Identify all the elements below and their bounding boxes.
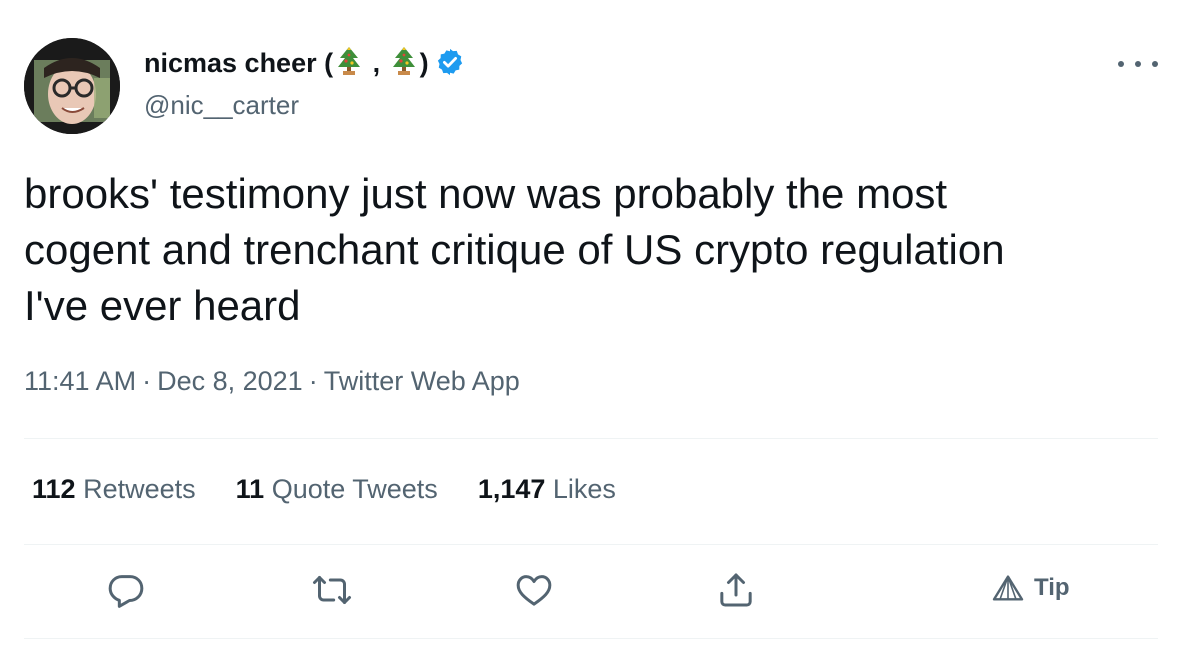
retweets-count: 112: [32, 474, 76, 504]
avatar[interactable]: [24, 38, 120, 134]
tweet-actions: Tip: [24, 566, 1158, 618]
quote-tweets-stat[interactable]: 11 Quote Tweets: [236, 474, 438, 505]
tweet-header: nicmas cheer ( , ) @nic__carter: [24, 38, 1158, 138]
like-icon: [514, 570, 554, 615]
display-name-mid: ,: [365, 47, 388, 78]
reply-button[interactable]: [104, 570, 148, 614]
quote-tweets-count: 11: [235, 474, 265, 504]
tree-emoji-icon: [390, 46, 418, 83]
display-name-end: ): [419, 47, 429, 78]
meta-separator: ·: [308, 366, 318, 396]
divider: [24, 438, 1158, 439]
retweet-icon: [312, 570, 352, 615]
quote-tweets-label: Quote Tweets: [271, 474, 438, 504]
tweet-detail: nicmas cheer ( , ) @nic__carter brooks' …: [0, 0, 1182, 656]
author-names: nicmas cheer ( , ) @nic__carter: [144, 46, 465, 121]
verified-badge-icon: [435, 47, 465, 82]
retweets-stat[interactable]: 112 Retweets: [32, 474, 196, 505]
divider: [24, 638, 1158, 639]
display-name[interactable]: nicmas cheer ( , ): [144, 46, 429, 83]
tweet-date[interactable]: Dec 8, 2021: [157, 366, 303, 396]
tree-emoji-icon: [335, 46, 363, 83]
tweet-metadata: 11:41 AM · Dec 8, 2021 · Twitter Web App: [24, 366, 520, 397]
display-name-row[interactable]: nicmas cheer ( , ): [144, 46, 465, 83]
tip-label: Tip: [1034, 574, 1070, 601]
retweets-label: Retweets: [83, 474, 196, 504]
tip-button[interactable]: Tip: [992, 574, 1070, 602]
likes-label: Likes: [552, 474, 616, 504]
tweet-stats: 112 Retweets 11 Quote Tweets 1,147 Likes: [32, 474, 656, 505]
retweet-button[interactable]: [310, 570, 354, 614]
meta-separator: ·: [142, 366, 152, 396]
tweet-time[interactable]: 11:41 AM: [24, 366, 136, 396]
tweet-source[interactable]: Twitter Web App: [324, 366, 520, 396]
share-icon: [716, 570, 756, 615]
tweet-text: brooks' testimony just now was probably …: [24, 170, 1005, 329]
author-handle[interactable]: @nic__carter: [144, 90, 465, 121]
display-name-start: nicmas cheer (: [144, 47, 334, 78]
likes-count: 1,147: [477, 474, 546, 504]
share-button[interactable]: [714, 570, 758, 614]
more-icon[interactable]: [1118, 52, 1158, 76]
likes-stat[interactable]: 1,147 Likes: [478, 474, 616, 505]
like-button[interactable]: [512, 570, 556, 614]
tip-icon: [992, 575, 1024, 601]
reply-icon: [106, 570, 146, 615]
divider: [24, 544, 1158, 545]
